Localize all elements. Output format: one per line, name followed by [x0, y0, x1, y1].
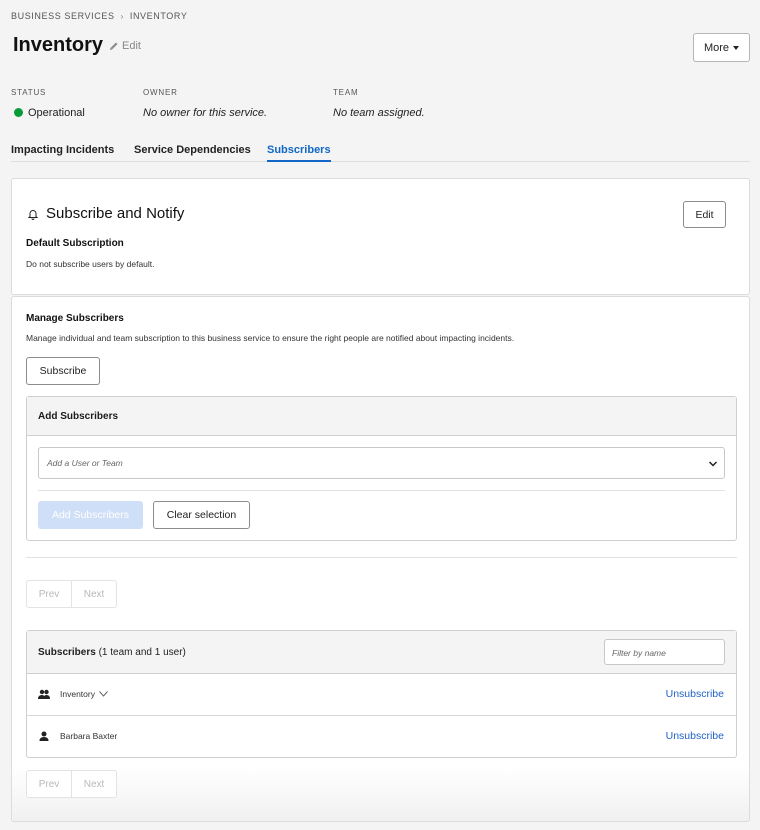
prev-button[interactable]: Prev [27, 771, 72, 797]
manage-subscribers-card: Manage Subscribers Manage individual and… [11, 296, 750, 822]
bell-icon [27, 209, 39, 220]
unsubscribe-link[interactable]: Unsubscribe [666, 730, 724, 742]
tab-impacting-incidents[interactable]: Impacting Incidents [11, 144, 114, 160]
table-row: Barbara Baxter Unsubscribe [27, 716, 736, 758]
prev-button[interactable]: Prev [27, 581, 72, 607]
manage-subscribers-heading: Manage Subscribers [26, 313, 124, 324]
subscribers-heading: Subscribers [38, 647, 96, 658]
breadcrumb-inventory: INVENTORY [129, 11, 188, 21]
status-dot-icon [14, 108, 23, 117]
user-icon [39, 731, 49, 741]
filter-by-name-input[interactable]: Filter by name [604, 639, 725, 665]
edit-title-label: Edit [122, 40, 141, 52]
edit-subscription-label: Edit [695, 208, 714, 221]
chevron-down-icon [99, 691, 108, 697]
card-title: Subscribe and Notify [27, 205, 184, 222]
breadcrumb-business-services[interactable]: BUSINESS SERVICES [11, 11, 115, 21]
breadcrumb: BUSINESS SERVICES › INVENTORY [11, 11, 187, 21]
select-placeholder: Add a User or Team [47, 458, 123, 468]
add-subscribers-heading: Add Subscribers [27, 397, 736, 436]
status-value: Operational [14, 107, 85, 119]
subscribers-table-header: Subscribers (1 team and 1 user) Filter b… [27, 631, 736, 674]
user-team-select[interactable]: Add a User or Team [38, 447, 725, 479]
owner-value: No owner for this service. [143, 107, 268, 119]
status-text: Operational [28, 107, 85, 119]
tab-service-dependencies[interactable]: Service Dependencies [134, 144, 251, 160]
subscribers-count: Subscribers (1 team and 1 user) [38, 647, 186, 658]
subscribers-table: Subscribers (1 team and 1 user) Filter b… [26, 630, 737, 758]
default-subscription-text: Do not subscribe users by default. [26, 259, 155, 269]
default-subscription-heading: Default Subscription [26, 238, 124, 249]
add-subscribers-panel: Add Subscribers Add a User or Team Add S… [26, 396, 737, 541]
table-row: Inventory Unsubscribe [27, 674, 736, 716]
subscribe-button[interactable]: Subscribe [26, 357, 100, 385]
filter-placeholder: Filter by name [612, 648, 666, 658]
next-button[interactable]: Next [72, 771, 116, 797]
title-row: Inventory Edit [13, 34, 141, 57]
next-button[interactable]: Next [72, 581, 116, 607]
card-title-text: Subscribe and Notify [46, 205, 185, 222]
divider [26, 557, 737, 558]
team-icon [38, 689, 50, 699]
pager-bottom: Prev Next [26, 770, 117, 798]
clear-selection-button[interactable]: Clear selection [153, 501, 250, 529]
owner-label: OWNER [143, 88, 178, 97]
subscribe-notify-card: Subscribe and Notify Edit Default Subscr… [11, 178, 750, 295]
subscribers-summary: (1 team and 1 user) [98, 647, 186, 658]
edit-title-link[interactable]: Edit [109, 40, 141, 52]
subscriber-name: Barbara Baxter [60, 731, 118, 741]
subscriber-name-text: Inventory [60, 689, 95, 699]
tab-bar: Impacting Incidents Service Dependencies… [11, 143, 750, 162]
subscriber-name[interactable]: Inventory [60, 689, 108, 699]
manage-subscribers-description: Manage individual and team subscription … [26, 333, 515, 343]
tab-subscribers[interactable]: Subscribers [267, 144, 331, 162]
status-label: STATUS [11, 88, 47, 97]
caret-down-icon [733, 45, 740, 50]
unsubscribe-link[interactable]: Unsubscribe [666, 688, 724, 700]
more-dropdown-button[interactable]: More [693, 33, 750, 62]
subscribe-label: Subscribe [39, 365, 87, 377]
edit-subscription-button[interactable]: Edit [683, 201, 726, 228]
team-label: TEAM [333, 88, 359, 97]
add-subscribers-label: Add Subscribers [51, 509, 130, 521]
add-subscribers-button[interactable]: Add Subscribers [38, 501, 143, 529]
breadcrumb-separator-icon: › [120, 11, 124, 21]
page-title: Inventory [13, 34, 104, 56]
divider [38, 490, 725, 491]
team-value: No team assigned. [333, 107, 425, 119]
chevron-down-icon [708, 461, 718, 467]
more-label: More [703, 41, 730, 54]
clear-selection-label: Clear selection [166, 509, 237, 521]
pencil-icon [110, 42, 118, 50]
pager-top: Prev Next [26, 580, 117, 608]
